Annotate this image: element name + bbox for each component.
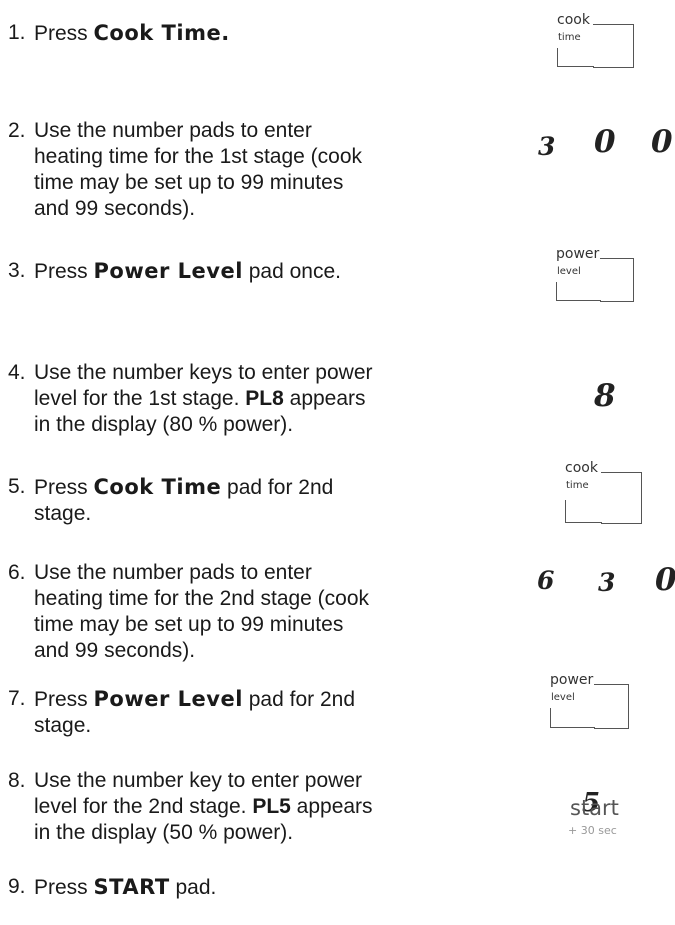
start-pad-label: start [570,796,619,820]
pad-outline [594,684,629,729]
step-number: 4. [8,361,26,384]
text-line: heating time for the 1st stage (cook [34,145,363,168]
text-part: Press [34,260,94,283]
key-name: Power Level [93,687,243,711]
pad-label-bottom: time [566,480,589,491]
step-text: Press Cook Time. [34,20,524,47]
text-line: time may be set up to 99 minutes [34,171,344,194]
pad-outline-left [557,48,594,67]
text-part: appears [290,795,373,818]
pad-outline-left [556,282,601,301]
display-digit: 0 [655,562,675,598]
step-number: 8. [8,769,26,792]
display-digit: 3 [598,568,616,597]
text-part: . [221,21,230,45]
power-level-pad-1: power level [556,246,656,306]
key-name: Cook Time [93,21,222,45]
text-line: level for the 2nd stage. PL5 appears [34,794,524,820]
text-part: Press [34,688,94,711]
pad-outline [601,472,642,524]
pad-label-bottom: level [557,266,581,277]
text-line: stage. [34,502,92,525]
text-line: Use the number key to enter power [34,769,363,792]
start-pad-sublabel: + 30 sec [568,824,617,837]
pad-outline [593,24,634,68]
text-part: Press [34,876,94,899]
power-level-pad-2: power level [550,672,650,732]
text-line: stage. [34,714,92,737]
text-line: Use the number pads to enter [34,119,312,142]
cook-time-pad-1: cook time [557,12,657,72]
text-line: level for the 1st stage. PL8 appears [34,386,524,412]
key-name: Power Level [93,259,243,283]
step-number: 7. [8,687,26,710]
text-line: in the display (80 % power). [34,413,294,436]
text-part: pad for 2nd [242,688,355,711]
text-part: pad for 2nd [221,476,334,499]
step-text: Press Power Level pad for 2nd stage. [34,686,524,739]
key-name: START [93,875,170,899]
pad-outline [600,258,634,302]
text-line: and 99 seconds). [34,639,196,662]
step-text: Use the number pads to enter heating tim… [34,560,524,664]
text-line: and 99 seconds). [34,197,196,220]
step-number: 2. [8,119,26,142]
step-text: Use the number pads to enter heating tim… [34,118,524,222]
step-text: Press Power Level pad once. [34,258,524,285]
pad-label-top: power [556,246,600,262]
text-line: Press Power Level pad for 2nd [34,686,524,713]
pad-label-bottom: time [558,32,581,43]
text-part: appears [283,387,366,410]
step-text: Press Cook Time pad for 2nd stage. [34,474,524,527]
step-number: 6. [8,561,26,584]
pad-outline-left [550,708,595,728]
text-line: heating time for the 2nd stage (cook [34,587,370,610]
text-line: Press Cook Time pad for 2nd [34,474,524,501]
display-digit: 8 [594,378,616,414]
pad-label-top: power [550,672,594,688]
pad-label-bottom: level [551,692,575,703]
step-text: Use the number keys to enter power level… [34,360,524,438]
step-text: Use the number key to enter power level … [34,768,524,846]
text-part: Press [34,22,94,45]
step-number: 1. [8,21,26,44]
text-part: level for the 1st stage. [34,387,246,410]
step-text: Press START pad. [34,874,524,901]
text-line: time may be set up to 99 minutes [34,613,344,636]
key-name: Cook Time [93,475,222,499]
pad-label-top: cook [565,460,598,476]
step-number: 5. [8,475,26,498]
pad-label-top: cook [557,12,590,28]
step-number: 3. [8,259,26,282]
text-line: Use the number keys to enter power [34,361,373,384]
text-part: Press [34,476,94,499]
display-digit: 6 [537,566,555,595]
text-line: Use the number pads to enter [34,561,312,584]
power-code: PL5 [252,795,291,818]
display-digit: 0 [651,124,673,160]
step-number: 9. [8,875,26,898]
text-line: in the display (50 % power). [34,821,294,844]
power-code: PL8 [245,387,284,410]
cook-time-pad-2: cook time [565,460,665,524]
display-digit: 3 [538,132,556,161]
text-part: pad. [169,876,217,899]
pad-outline-left [565,500,602,523]
text-part: level for the 2nd stage. [34,795,253,818]
text-part: pad once. [242,260,341,283]
display-digit: 0 [594,124,616,160]
